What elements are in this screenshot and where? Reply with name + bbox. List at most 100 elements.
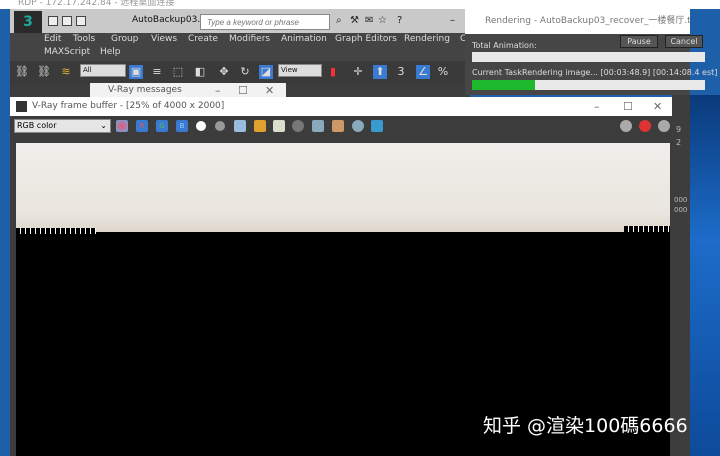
close-icon[interactable]: ✕ xyxy=(265,83,274,98)
angle-snap-icon[interactable]: ∠ xyxy=(416,65,430,79)
panel-fragment: 2 xyxy=(676,138,682,147)
track-mouse-icon[interactable] xyxy=(312,120,324,132)
new-file-icon[interactable] xyxy=(48,16,58,26)
select-object-icon[interactable]: ▣ xyxy=(129,65,143,79)
rendered-region xyxy=(16,143,670,232)
scale-icon[interactable]: ◪ xyxy=(259,65,273,79)
vray-frame-buffer-window: V-Ray frame buffer - [25% of 4000 x 2000… xyxy=(10,97,672,456)
rotate-icon[interactable]: ↻ xyxy=(238,65,252,79)
rdp-title: RDP - 172.17.242.84 - 远程桌面连接 xyxy=(18,0,175,8)
current-task-progress-fill xyxy=(472,80,535,90)
pause-button[interactable]: Pause xyxy=(620,35,658,48)
menu-views[interactable]: Views xyxy=(151,34,177,44)
channel-value: RGB color xyxy=(17,121,57,130)
keyboard-shortcut-icon[interactable]: ⬆ xyxy=(373,65,387,79)
search-input[interactable] xyxy=(200,14,330,30)
vfb-title-bar: V-Ray frame buffer - [25% of 4000 x 2000… xyxy=(10,97,672,116)
blue-channel-toggle[interactable]: B xyxy=(176,120,188,132)
main-toolbar: ⛓ ⛓ ≋ All ▣ ≡ ⬚ ◧ ✥ ↻ ◪ View ▮ ✛ ⬆ 3 ∠ % xyxy=(10,61,470,85)
maximize-icon[interactable]: ☐ xyxy=(623,97,633,116)
render-bucket-markers xyxy=(16,228,96,234)
teapot-render-icon[interactable] xyxy=(620,120,632,132)
menu-modifiers[interactable]: Modifiers xyxy=(229,34,270,44)
stop-render-icon[interactable] xyxy=(639,120,651,132)
menu-animation[interactable]: Animation xyxy=(281,34,327,44)
communication-icon[interactable]: ✉ xyxy=(365,15,373,26)
vfb-title: V-Ray frame buffer - [25% of 4000 x 2000… xyxy=(32,101,225,111)
menu-create[interactable]: Create xyxy=(188,34,218,44)
reference-coordinate-dropdown[interactable]: View xyxy=(278,64,322,77)
command-panel: 9 2 000 000 xyxy=(672,95,690,456)
menu-help[interactable]: Help xyxy=(100,47,121,57)
menu-bar: Edit Tools Group Views Create Modifiers … xyxy=(10,33,470,61)
select-manipulate-icon[interactable]: ✛ xyxy=(351,65,365,79)
menu-group[interactable]: Group xyxy=(111,34,138,44)
menu-maxscript[interactable]: MAXScript xyxy=(44,47,90,57)
link-icon[interactable]: ⛓ xyxy=(15,65,29,79)
red-channel-toggle[interactable]: R xyxy=(136,120,148,132)
document-title: AutoBackup03... xyxy=(132,15,206,25)
rendering-dialog: Rendering - AutoBackup03_recover_一楼餐厅.ti… xyxy=(465,8,717,95)
help-icon[interactable]: ? xyxy=(397,15,402,26)
minimize-icon[interactable]: – xyxy=(594,97,600,116)
color-channels-icon[interactable] xyxy=(116,120,128,132)
rendering-title: Rendering - AutoBackup03_recover_一楼餐厅.ti… xyxy=(485,16,690,26)
chevron-down-icon: ⌄ xyxy=(100,121,107,130)
channel-dropdown[interactable]: RGB color ⌄ xyxy=(14,119,111,133)
white-circle-icon[interactable] xyxy=(196,121,206,131)
save-image-icon[interactable] xyxy=(234,120,246,132)
total-animation-progress xyxy=(472,52,705,62)
render-bucket-markers xyxy=(624,226,670,232)
snap-toggle-icon[interactable]: 3 xyxy=(394,65,408,79)
favorites-star-icon[interactable]: ☆ xyxy=(378,15,387,26)
clipboard-icon[interactable] xyxy=(273,120,285,132)
green-channel-toggle[interactable]: G xyxy=(156,120,168,132)
binoculars-icon[interactable]: ⌕ xyxy=(336,15,342,26)
window-crossing-icon[interactable]: ◧ xyxy=(193,65,207,79)
mono-circle-icon[interactable] xyxy=(215,121,225,131)
snap-label: 3 xyxy=(397,65,405,78)
rendering-title-bar: Rendering - AutoBackup03_recover_一楼餐厅.ti… xyxy=(465,8,690,34)
pivot-center-icon[interactable]: ▮ xyxy=(326,65,340,79)
cancel-button[interactable]: Cancel xyxy=(665,35,703,48)
bind-spacewarp-icon[interactable]: ≋ xyxy=(59,65,73,79)
minimize-icon[interactable]: – xyxy=(215,83,221,98)
panel-fragment: 9 xyxy=(676,125,682,134)
max-logo-icon[interactable]: 3 xyxy=(14,11,42,33)
menu-tools[interactable]: Tools xyxy=(73,34,95,44)
max-title-bar: 3 AutoBackup03... ⌕ ⚒ ✉ ☆ ? – xyxy=(10,9,470,33)
vray-messages-window[interactable]: V-Ray messages – ☐ ✕ xyxy=(90,83,286,98)
menu-graph-editors[interactable]: Graph Editors xyxy=(335,34,397,44)
minimize-icon[interactable]: – xyxy=(450,15,455,26)
region-render-icon[interactable] xyxy=(332,120,344,132)
select-by-name-icon[interactable]: ≡ xyxy=(150,65,164,79)
total-animation-label: Total Animation: xyxy=(472,41,537,50)
current-task-progress xyxy=(472,80,705,90)
current-task-status: Rendering image... [00:03:48.9] [00:14:0… xyxy=(522,68,718,77)
selection-filter-dropdown[interactable]: All xyxy=(80,64,126,77)
vfb-toolbar: RGB color ⌄ R G B xyxy=(10,116,672,137)
windows-desktop xyxy=(690,95,720,456)
move-icon[interactable]: ✥ xyxy=(217,65,231,79)
clear-image-icon[interactable] xyxy=(292,120,304,132)
frame-buffer-history-icon[interactable] xyxy=(371,120,383,132)
unlink-icon[interactable]: ⛓ xyxy=(37,65,51,79)
rectangle-selection-icon[interactable]: ⬚ xyxy=(171,65,185,79)
wrench-icon[interactable]: ⚒ xyxy=(350,15,359,26)
teapot-icon[interactable] xyxy=(658,120,670,132)
menu-rendering[interactable]: Rendering xyxy=(404,34,450,44)
render-canvas xyxy=(16,143,670,456)
vray-logo-icon xyxy=(16,101,27,112)
save-file-icon[interactable] xyxy=(76,16,86,26)
close-icon[interactable]: ✕ xyxy=(653,97,662,116)
render-last-icon[interactable] xyxy=(352,120,364,132)
percent-snap-icon[interactable]: % xyxy=(436,65,450,79)
vray-messages-title: V-Ray messages xyxy=(108,85,182,95)
load-image-icon[interactable] xyxy=(254,120,266,132)
watermark: 知乎 @渲染100碼6666 xyxy=(483,415,688,437)
panel-fragment: 000 xyxy=(674,196,688,204)
maximize-icon[interactable]: ☐ xyxy=(238,83,248,98)
current-task-label: Current Task: xyxy=(472,68,525,77)
open-file-icon[interactable] xyxy=(62,16,72,26)
menu-edit[interactable]: Edit xyxy=(44,34,61,44)
